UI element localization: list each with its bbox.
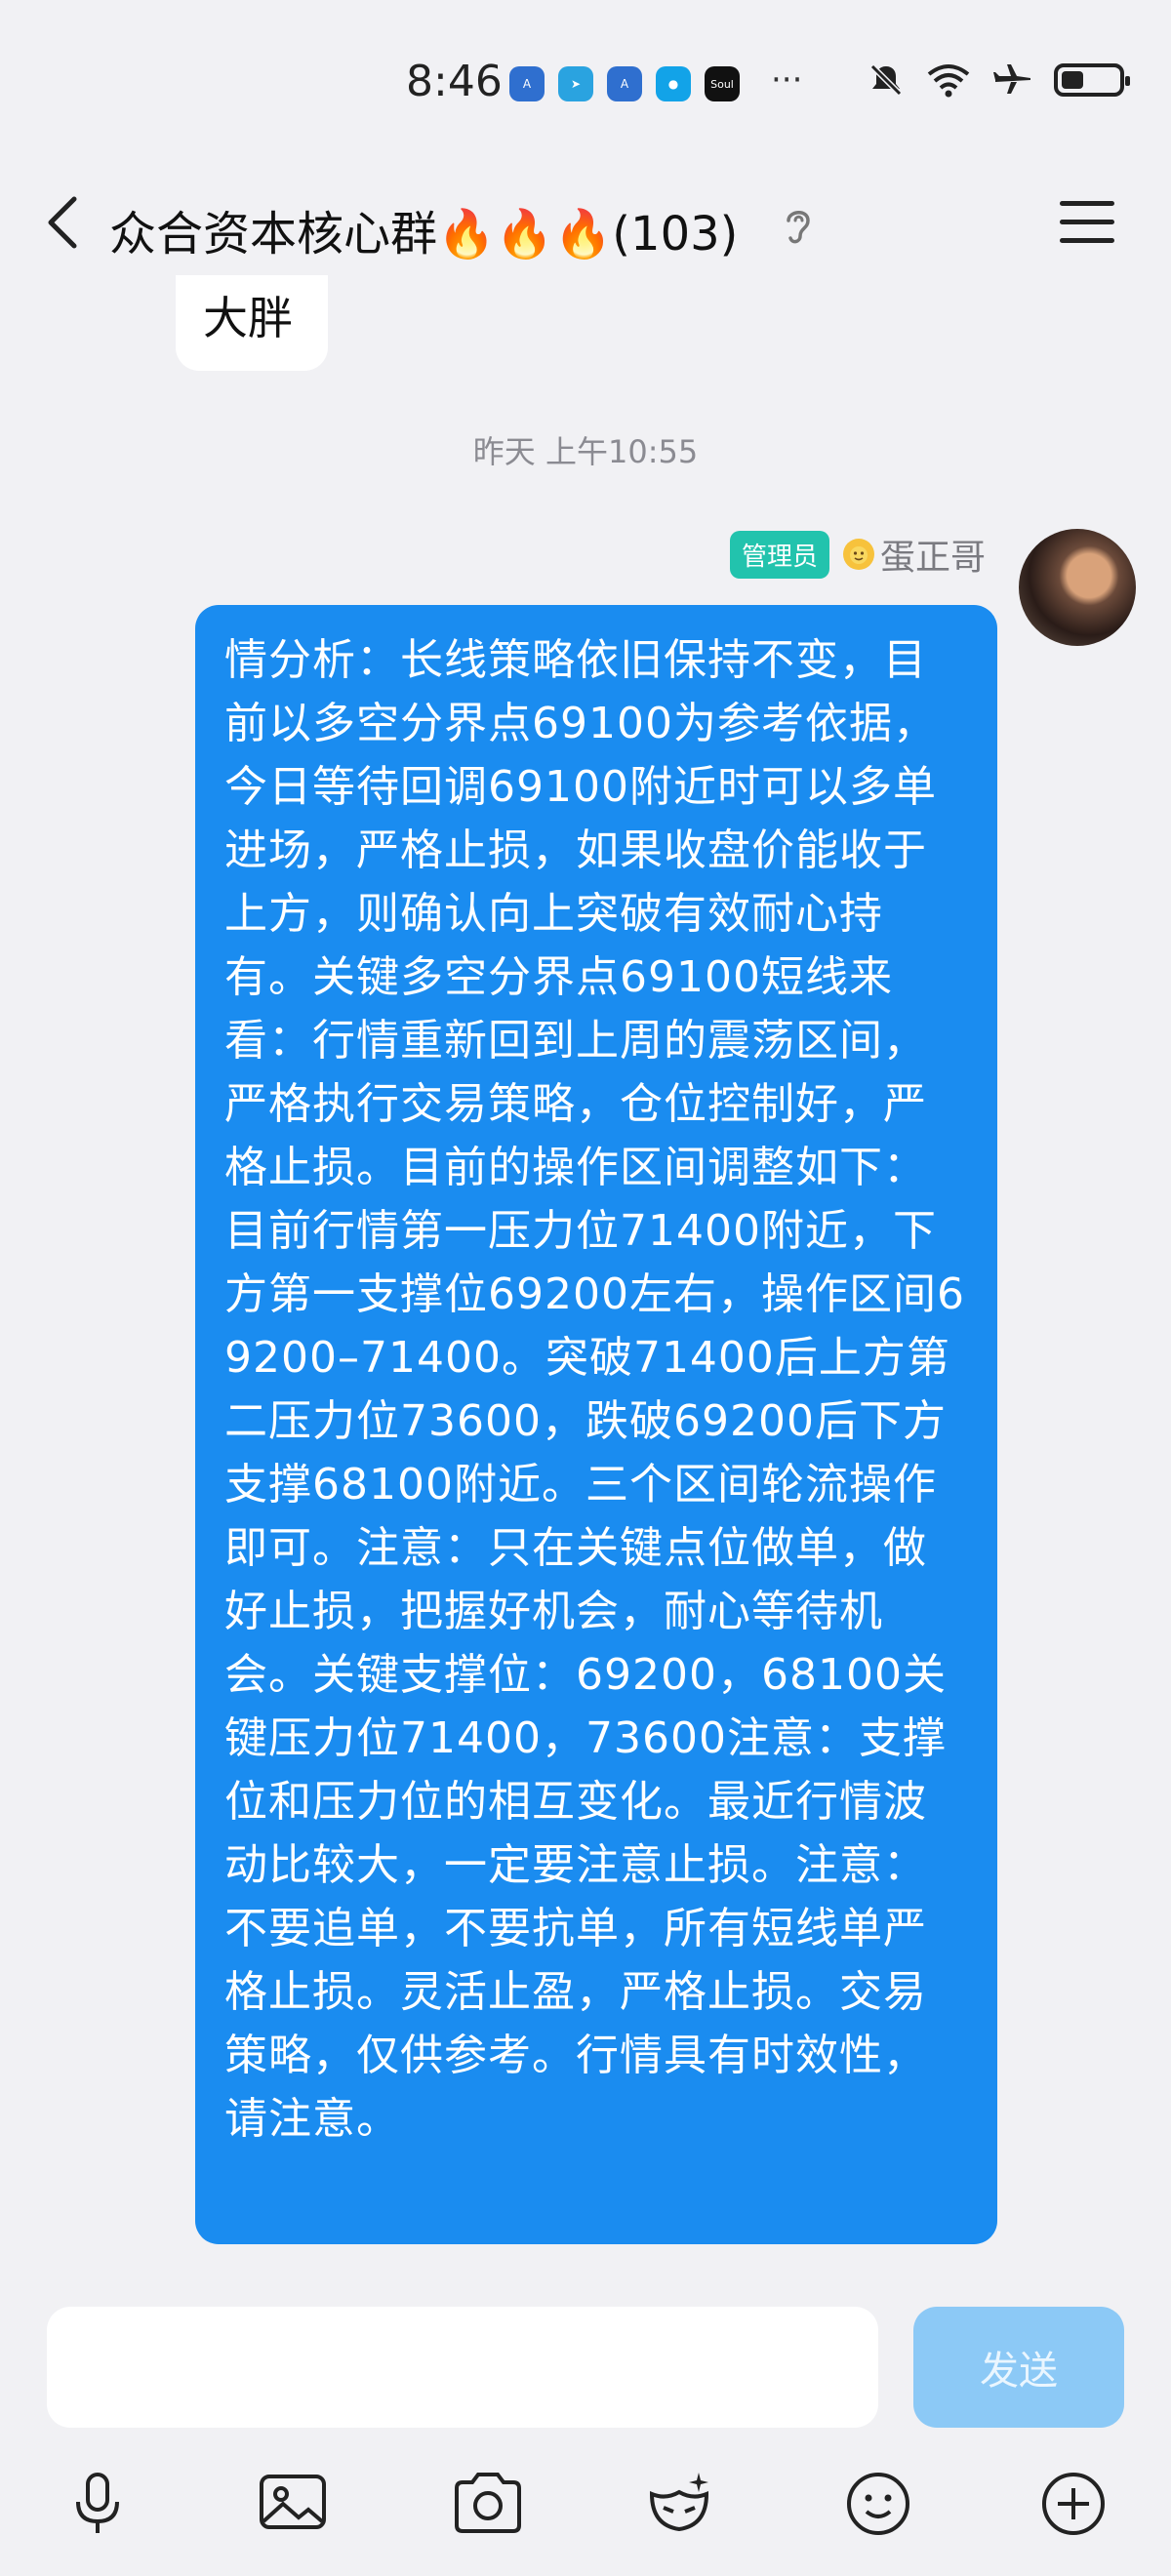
- microphone-icon[interactable]: [59, 2465, 137, 2543]
- app-icon-c: ●: [656, 66, 691, 101]
- send-button[interactable]: 发送: [913, 2307, 1124, 2428]
- image-icon[interactable]: [254, 2465, 332, 2543]
- admin-badge: 管理员: [729, 530, 829, 579]
- camera-icon[interactable]: [449, 2465, 527, 2543]
- message-text: 情分析：长线策略依旧保持不变，目前以多空分界点69100为参考依据，今日等待回调…: [224, 635, 965, 2144]
- menu-button[interactable]: [1060, 201, 1114, 244]
- chat-header: 众合资本核心群🔥🔥🔥(103): [0, 166, 1171, 283]
- menu-line-icon: [1060, 220, 1114, 224]
- ear-icon[interactable]: [781, 205, 816, 248]
- status-app-icons: A ➤ A ● Soul: [509, 66, 740, 101]
- sun-emoji-icon: [842, 539, 874, 570]
- back-button[interactable]: [37, 193, 96, 252]
- airplane-mode-icon: [993, 64, 1030, 94]
- menu-line-icon: [1060, 238, 1114, 243]
- chat-title[interactable]: 众合资本核心群🔥🔥🔥(103): [109, 195, 738, 263]
- telegram-icon: ➤: [558, 66, 593, 101]
- input-area: 发送: [0, 2289, 1171, 2576]
- status-more-icon: ···: [771, 60, 803, 100]
- status-system-icons: [867, 60, 1130, 100]
- soul-icon: Soul: [705, 66, 740, 101]
- input-toolbar: [0, 2465, 1171, 2553]
- app-icon-b: A: [607, 66, 642, 101]
- battery-icon: [1054, 63, 1130, 97]
- emoji-icon[interactable]: [839, 2465, 917, 2543]
- wifi-icon: [927, 64, 970, 98]
- message-input[interactable]: [47, 2307, 878, 2428]
- sender-name-label: 蛋正哥: [879, 538, 986, 578]
- sender-name[interactable]: 蛋正哥: [841, 529, 986, 580]
- app-icon-a: A: [509, 66, 545, 101]
- sticker-face-icon[interactable]: [640, 2465, 718, 2543]
- sender-avatar[interactable]: [1019, 529, 1136, 646]
- status-time: 8:46: [406, 57, 503, 106]
- message-bubble[interactable]: 情分析：长线策略依旧保持不变，目前以多空分界点69100为参考依据，今日等待回调…: [195, 605, 997, 2244]
- sender-info: 管理员 蛋正哥: [729, 529, 986, 580]
- mute-bell-icon: [869, 63, 903, 97]
- add-icon[interactable]: [1034, 2465, 1112, 2543]
- previous-message-text: 大胖: [203, 292, 293, 344]
- menu-line-icon: [1060, 201, 1114, 206]
- message-timestamp: 昨天 上午10:55: [472, 433, 699, 470]
- status-bar: 8:46 A ➤ A ● Soul ···: [0, 0, 1171, 166]
